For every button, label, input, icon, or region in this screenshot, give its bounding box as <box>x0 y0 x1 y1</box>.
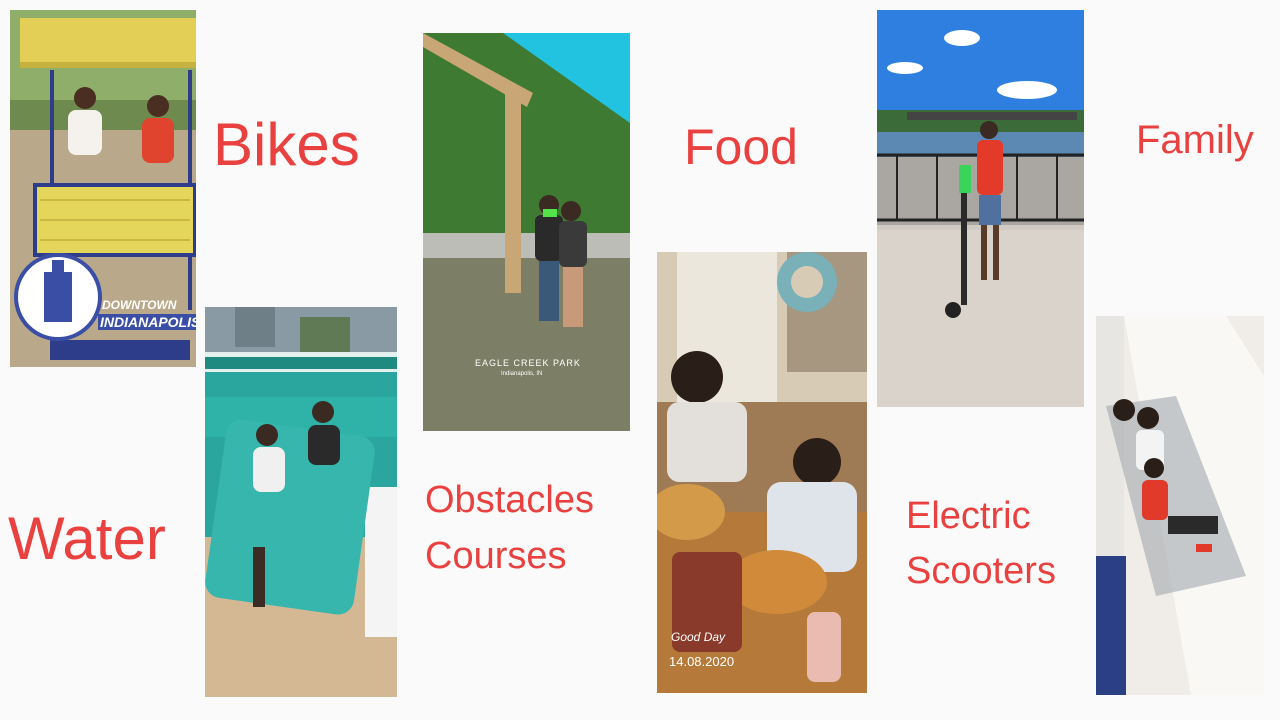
electric-scooter-photo <box>877 10 1084 407</box>
surrey-bike-photo: DOWNTOWN INDIANAPOLIS <box>10 10 196 367</box>
paddle-boat-photo <box>205 307 397 697</box>
label-family: Family <box>1136 118 1254 162</box>
label-obstacles-line1: Obstacles <box>425 479 594 521</box>
label-electric-line1: Electric <box>906 495 1031 537</box>
food-sticker-line2: 14.08.2020 <box>669 654 735 669</box>
photo-logo-line1: DOWNTOWN <box>102 298 177 312</box>
label-electric-line2: Scooters <box>906 550 1056 592</box>
eagle-creek-park-photo: EAGLE CREEK PARK Indianapolis, IN <box>423 33 630 431</box>
family-photo <box>1096 316 1264 695</box>
label-water: Water <box>8 505 166 572</box>
label-bikes: Bikes <box>213 111 360 178</box>
label-obstacles-line2: Courses <box>425 535 567 577</box>
park-sticker-title: EAGLE CREEK PARK <box>475 358 581 368</box>
food-sticker-line1: Good Day <box>671 630 726 644</box>
park-sticker-subtitle: Indianapolis, IN <box>501 371 543 377</box>
label-food: Food <box>684 119 798 175</box>
food-photo: Good Day 14.08.2020 <box>657 252 867 693</box>
photo-logo-line2: INDIANAPOLIS <box>98 314 196 330</box>
